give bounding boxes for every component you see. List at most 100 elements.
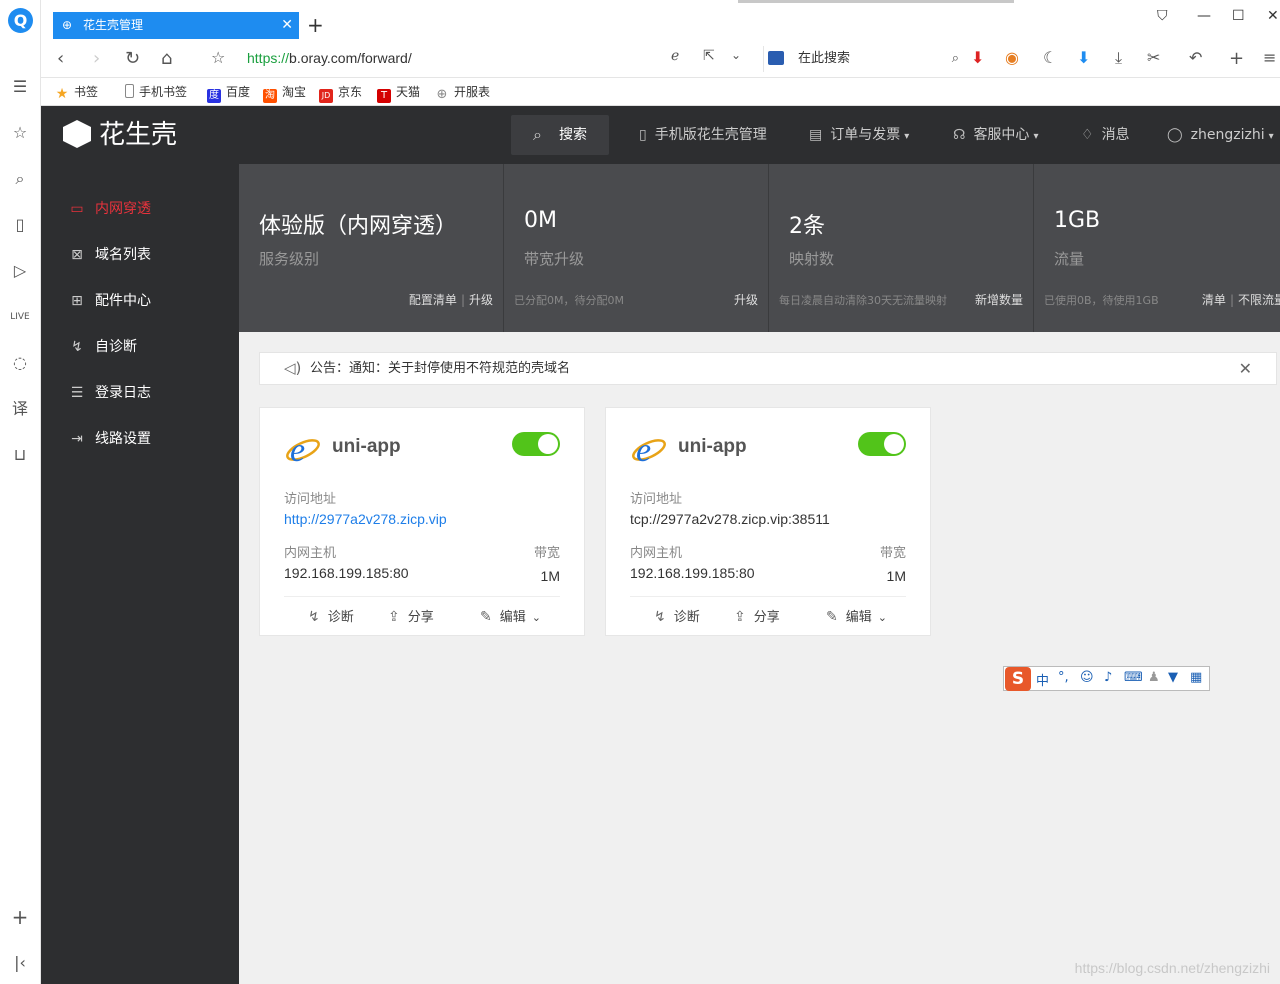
- forward-button[interactable]: ›: [93, 48, 100, 69]
- bookmark-item[interactable]: T 天猫: [377, 83, 420, 103]
- undo-icon[interactable]: ↶: [1189, 48, 1202, 67]
- user-icon[interactable]: ♟: [1148, 670, 1160, 685]
- sidebar: ▭ 内网穿透 ⊠ 域名列表 ⊞ 配件中心 ↯ 自诊断 ☰ 登录日志 ⇥ 线路设置: [41, 164, 239, 984]
- edit-button[interactable]: ✎ 编辑 ⌄: [826, 607, 887, 627]
- keyboard-icon[interactable]: ⌨: [1124, 670, 1143, 685]
- search-icon[interactable]: ⌕: [9, 168, 31, 190]
- notice-bar[interactable]: ◁) 公告：通知：关于封停使用不符规范的壳域名 ✕: [259, 352, 1277, 385]
- header-support-menu[interactable]: ☊ 客服中心 ▾: [953, 124, 1038, 146]
- add-quota-link[interactable]: 新增数量: [975, 293, 1023, 307]
- bookmark-item[interactable]: ⊕ 开服表: [435, 83, 490, 102]
- back-button[interactable]: ‹: [57, 48, 64, 69]
- bookmark-item[interactable]: JD 京东: [319, 83, 362, 103]
- favorites-star-icon[interactable]: ☆: [9, 122, 31, 144]
- enable-toggle[interactable]: [512, 432, 560, 456]
- unlimited-traffic-link[interactable]: 不限流量: [1238, 293, 1280, 307]
- skin-icon[interactable]: ⛉: [1157, 8, 1168, 24]
- header-user-menu[interactable]: ◯ zhengzizhi ▾: [1167, 124, 1274, 146]
- new-tab-button[interactable]: +: [307, 12, 324, 39]
- home-button[interactable]: ⌂: [161, 48, 172, 69]
- app-header: 花生壳 ⌕ 搜索 ▯ 手机版花生壳管理 ▤ 订单与发票 ▾ ☊ 客服中心 ▾ ♢ 消息 ◯ z…: [41, 106, 1280, 164]
- close-window-button[interactable]: ✕: [1267, 8, 1279, 24]
- stat-mappings: 2条 映射数 每日凌晨自动清除30天无流量映射 新增数量: [769, 164, 1034, 332]
- close-icon[interactable]: ✕: [1239, 353, 1252, 384]
- share-button[interactable]: ⇪ 分享: [734, 607, 780, 627]
- brand-name: 花生壳: [99, 120, 178, 150]
- add-icon[interactable]: +: [9, 906, 31, 928]
- reload-button[interactable]: ↻: [125, 48, 140, 69]
- share-button[interactable]: ⇪ 分享: [388, 607, 434, 627]
- url-field[interactable]: https://b.oray.com/forward/: [247, 50, 412, 66]
- notice-text[interactable]: 公告：通知：关于封停使用不符规范的壳域名: [310, 361, 570, 376]
- sogou-logo-icon[interactable]: S: [1005, 667, 1031, 691]
- translate-icon[interactable]: 译: [9, 398, 31, 420]
- minimize-button[interactable]: —: [1197, 8, 1211, 24]
- game-icon[interactable]: ◉: [1005, 48, 1019, 67]
- header-messages-link[interactable]: ♢ 消息: [1081, 124, 1130, 146]
- bookmark-item[interactable]: 淘淘宝: [263, 83, 306, 103]
- log-icon: ☰: [70, 385, 84, 401]
- brand-logo[interactable]: 花生壳: [63, 118, 177, 152]
- bookmark-item[interactable]: ★ 书签: [55, 83, 98, 101]
- window-edge-shadow: [738, 0, 1014, 3]
- grid-icon: ⊞: [71, 293, 83, 309]
- book-icon[interactable]: ▯: [9, 214, 31, 236]
- skin-icon[interactable]: ▼: [1168, 670, 1178, 685]
- close-tab-icon[interactable]: ✕: [281, 12, 293, 39]
- menu-icon[interactable]: ≡: [1263, 48, 1276, 67]
- bandwidth-label: 带宽: [533, 546, 560, 561]
- list-link[interactable]: 清单: [1202, 293, 1226, 307]
- card-title: uni-app: [678, 436, 747, 457]
- collapse-icon[interactable]: |‹: [9, 952, 31, 974]
- bandwidth-label: 带宽: [879, 546, 906, 561]
- bookmark-star-icon[interactable]: ☆: [211, 48, 225, 67]
- diagnose-button[interactable]: ↯ 诊断: [308, 607, 354, 627]
- search-engine-icon[interactable]: [768, 51, 784, 65]
- ime-mode-label[interactable]: 中: [1036, 670, 1049, 689]
- live-icon[interactable]: LIVE: [9, 306, 31, 328]
- tab-active[interactable]: ⊕ 花生壳管理 ✕: [53, 12, 299, 39]
- bookmark-item[interactable]: 度百度: [207, 83, 250, 103]
- video-icon[interactable]: ▷: [9, 260, 31, 282]
- sidebar-item-login-log[interactable]: ☰ 登录日志: [69, 381, 151, 405]
- download-red-icon[interactable]: ⬇: [971, 48, 984, 67]
- punctuation-icon[interactable]: °,: [1058, 670, 1069, 685]
- download-icon[interactable]: ⤓: [1115, 48, 1122, 68]
- emoji-icon[interactable]: ☺: [1080, 670, 1094, 685]
- stat-value: 2条: [789, 214, 825, 239]
- header-orders-menu[interactable]: ▤ 订单与发票 ▾: [809, 124, 909, 146]
- reader-icon[interactable]: ☰: [9, 76, 31, 98]
- sidebar-item-routes[interactable]: ⇥ 线路设置: [69, 427, 151, 451]
- sidebar-item-domains[interactable]: ⊠ 域名列表: [69, 243, 151, 267]
- sidebar-item-diagnose[interactable]: ↯ 自诊断: [69, 335, 137, 359]
- ime-toolbar[interactable]: S 中 °, ☺ ♪ ⌨ ♟ ▼ ▦: [1003, 666, 1210, 691]
- edit-button[interactable]: ✎ 编辑 ⌄: [480, 607, 541, 627]
- share-icon[interactable]: ⇱: [703, 48, 715, 64]
- diagnose-button[interactable]: ↯ 诊断: [654, 607, 700, 627]
- header-search-button[interactable]: ⌕ 搜索: [511, 115, 609, 155]
- host-value: 192.168.199.185:80: [630, 565, 755, 581]
- header-mobile-link[interactable]: ▯ 手机版花生壳管理: [639, 124, 767, 146]
- access-url-link[interactable]: http://2977a2v278.zicp.vip: [284, 511, 447, 527]
- sidebar-item-accessories[interactable]: ⊞ 配件中心: [69, 289, 151, 313]
- download-manager-icon[interactable]: ⬇: [1077, 48, 1090, 67]
- chevron-down-icon[interactable]: ⌄: [731, 48, 741, 62]
- screenshot-icon[interactable]: ✂: [1147, 48, 1160, 67]
- sidebar-item-forward[interactable]: ▭ 内网穿透: [69, 197, 151, 221]
- upgrade-link[interactable]: 升级: [734, 293, 758, 307]
- night-mode-icon[interactable]: ☾: [1043, 48, 1057, 67]
- add-icon[interactable]: +: [1229, 48, 1244, 69]
- bookmark-item[interactable]: 手机书签: [125, 83, 187, 101]
- browser-logo-icon[interactable]: Q: [8, 8, 33, 33]
- chat-icon[interactable]: ◌: [9, 352, 31, 374]
- enable-toggle[interactable]: [858, 432, 906, 456]
- search-icon[interactable]: ⌕: [952, 46, 959, 72]
- browser-search-input[interactable]: 在此搜索 ⌕: [763, 46, 959, 72]
- upgrade-link[interactable]: 升级: [469, 293, 493, 307]
- config-list-link[interactable]: 配置清单: [409, 293, 457, 307]
- maximize-button[interactable]: ☐: [1232, 8, 1245, 24]
- toolbox-icon[interactable]: ▦: [1190, 670, 1202, 685]
- mic-icon[interactable]: ♪: [1104, 670, 1112, 685]
- ie-mode-icon[interactable]: ℯ: [671, 48, 679, 64]
- cart-icon[interactable]: ⊔: [9, 444, 31, 466]
